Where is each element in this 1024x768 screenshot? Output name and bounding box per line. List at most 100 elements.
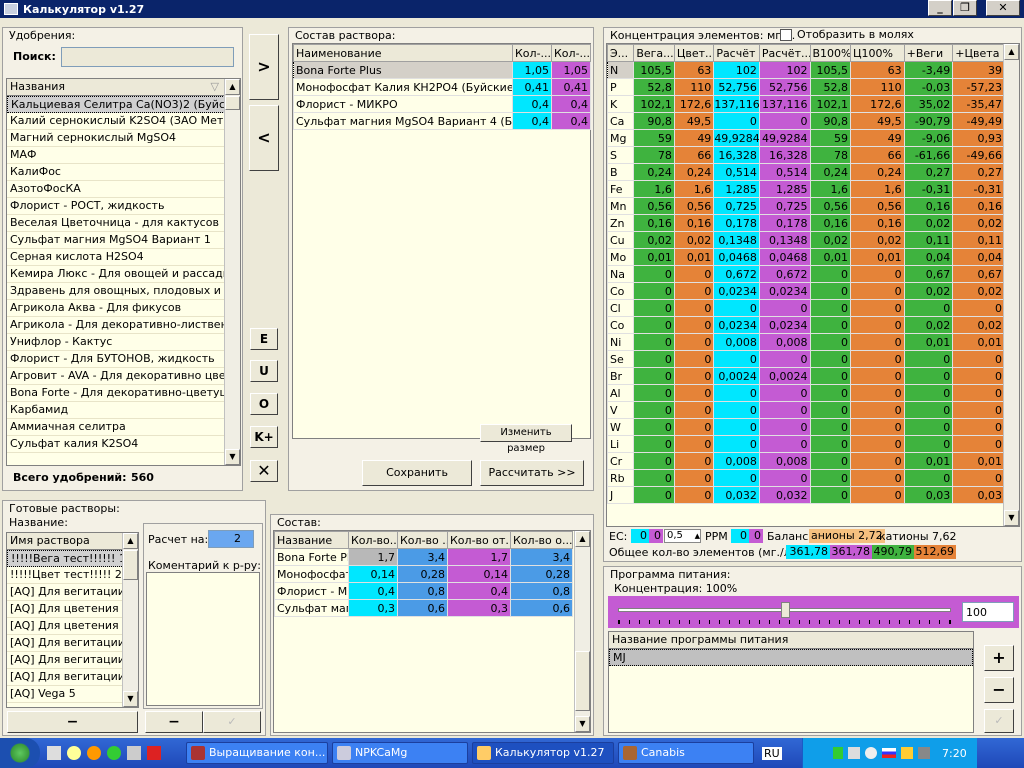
task-npkcamg[interactable]: NPKCaMg — [332, 742, 468, 764]
concentration-scrollbar[interactable]: ▲ ▼ — [1003, 44, 1019, 526]
add-to-solution-button[interactable]: > — [249, 34, 279, 100]
fertilizer-list-item[interactable]: Кальциевая Селитра Ca(NO3)2 (Буйские у — [7, 96, 225, 113]
fertilizer-list-item[interactable]: Агровит - AVA - Для декоративно цветущ — [7, 368, 225, 385]
composition-value-cell[interactable]: 0,14 — [348, 565, 398, 583]
slider-thumb[interactable] — [780, 602, 790, 618]
calculate-button[interactable]: Рассчитать >> — [480, 460, 584, 486]
start-button[interactable] — [0, 738, 40, 768]
scroll-up-icon[interactable]: ▲ — [1004, 44, 1019, 60]
fertilizer-list-item[interactable]: Агрикола Аква - Для фикусов — [7, 300, 225, 317]
solution-q1-cell[interactable]: 1,05 — [512, 61, 552, 79]
fertilizer-list-item[interactable]: Флорист - РОСТ, жидкость — [7, 198, 225, 215]
solution-q2-cell[interactable]: 0,41 — [551, 78, 591, 96]
maximize-button[interactable]: ❐ — [953, 0, 977, 16]
fertilizer-list-item[interactable]: Калий сернокислый K2SO4 (ЗАО Метахи — [7, 113, 225, 130]
fertilizers-column-header[interactable]: Названия ▽ — [7, 79, 225, 96]
network-tray-icon[interactable] — [848, 747, 860, 759]
solution-row[interactable]: Флорист - МИКРО 0,4 0,4 — [293, 95, 591, 113]
conc-col-header[interactable]: Расчёт — [713, 44, 760, 62]
fertilizer-list-item[interactable]: Флорист - Для БУТОНОВ, жидкость — [7, 351, 225, 368]
task-calculator[interactable]: Калькулятор v1.27 — [472, 742, 614, 764]
composition-value-cell[interactable]: 0,3 — [447, 599, 511, 617]
ready-solution-item[interactable]: [AQ] Для вегитации 4 — [7, 652, 124, 669]
ready-solution-item[interactable]: [AQ] Для цветения 1 ' — [7, 601, 124, 618]
ready-scrollbar[interactable]: ▲ ▼ — [122, 533, 138, 707]
pdf-quicklaunch-icon[interactable] — [147, 746, 161, 760]
save-button[interactable]: Сохранить — [362, 460, 472, 486]
col-q1-header[interactable]: Кол-... — [512, 44, 552, 62]
ready-solution-item[interactable]: [AQ] Vega 5 — [7, 686, 124, 703]
close-window-button[interactable]: ✕ — [986, 0, 1020, 16]
conc-col-header[interactable]: Вега... — [633, 44, 675, 62]
security-tray-icon[interactable] — [901, 747, 913, 759]
fertilizer-list-item[interactable]: Кемира Люкс - Для овощей и рассады — [7, 266, 225, 283]
composition-col-header[interactable]: Кол-во от... — [447, 531, 511, 549]
composition-col-header[interactable]: Кол-во ... — [397, 531, 448, 549]
conc-col-header[interactable]: Ц100% — [850, 44, 905, 62]
comment-textarea[interactable] — [146, 572, 260, 706]
solution-q1-cell[interactable]: 0,4 — [512, 112, 552, 130]
scroll-down-icon[interactable]: ▼ — [575, 716, 590, 732]
composition-value-cell[interactable]: 1,7 — [348, 548, 398, 566]
solution-q2-cell[interactable]: 0,4 — [551, 112, 591, 130]
composition-row[interactable]: Bona Forte Plus1,73,41,73,4 — [274, 548, 573, 566]
e-button[interactable]: E — [250, 328, 278, 350]
minimize-button[interactable]: _ — [928, 0, 952, 16]
close-icon[interactable]: ✕ — [250, 460, 278, 482]
fertilizers-scrollbar[interactable]: ▲ ▼ — [224, 79, 240, 465]
concentration-input[interactable] — [962, 602, 1014, 622]
conc-col-header[interactable]: +Цвета — [952, 44, 1005, 62]
composition-value-cell[interactable]: 0,8 — [510, 582, 573, 600]
search-input[interactable] — [61, 47, 234, 67]
k-plus-button[interactable]: K+ — [250, 426, 278, 448]
composition-value-cell[interactable]: 0,6 — [510, 599, 573, 617]
solution-row[interactable]: Монофосфат Калия KH2PO4 (Буйские уд-я0,4… — [293, 78, 591, 96]
fertilizer-list-item[interactable]: Веселая Цветочница - для кактусов — [7, 215, 225, 232]
scroll-thumb[interactable] — [575, 651, 590, 711]
fertilizer-list-item[interactable]: Унифлор - Кактус — [7, 334, 225, 351]
remove-ready-button[interactable]: − — [7, 711, 138, 733]
solution-q1-cell[interactable]: 0,41 — [512, 78, 552, 96]
ready-solution-item[interactable]: [AQ] Для цветения 2 ' — [7, 618, 124, 635]
calc-on-spinner[interactable]: 2 — [208, 530, 254, 548]
scroll-down-icon[interactable]: ▼ — [1004, 510, 1019, 526]
scroll-down-icon[interactable]: ▼ — [225, 449, 240, 465]
conc-col-header[interactable]: +Веги — [903, 44, 954, 62]
conc-col-header[interactable]: В100% — [809, 44, 851, 62]
ec-spinner[interactable]: 0,5 ▲ — [664, 529, 701, 543]
conc-col-header[interactable]: Э... — [607, 44, 635, 62]
fertilizer-list-item[interactable]: Здравень для овощных, плодовых и садо — [7, 283, 225, 300]
download-tray-icon[interactable] — [833, 747, 843, 759]
add-program-button[interactable]: + — [984, 645, 1014, 671]
remove-from-solution-button[interactable]: < — [249, 105, 279, 171]
ready-solution-item[interactable]: !!!!!Цвет тест!!!!! 2 — [7, 567, 124, 584]
resize-button[interactable]: Изменить размер — [480, 424, 572, 454]
fertilizer-list-item[interactable]: Аммиачная селитра — [7, 419, 225, 436]
scroll-up-icon[interactable]: ▲ — [123, 533, 138, 549]
volume-tray-icon[interactable] — [865, 747, 877, 759]
fertilizer-list-item[interactable]: Агрикола - Для декоративно-лиственных — [7, 317, 225, 334]
composition-value-cell[interactable]: 0,28 — [397, 565, 448, 583]
scroll-down-icon[interactable]: ▼ — [123, 691, 138, 707]
col-q2-header[interactable]: Кол-... — [551, 44, 591, 62]
composition-value-cell[interactable]: 3,4 — [397, 548, 448, 566]
language-indicator[interactable]: RU — [762, 746, 782, 760]
program-list-item[interactable]: MJ — [609, 649, 973, 666]
fertilizer-list-item[interactable]: Сульфат магния MgSO4 Вариант 1 — [7, 232, 225, 249]
composition-row[interactable]: Флорист - МИ 0,4 0,8 0,4 0,8 — [274, 582, 573, 600]
fertilizer-list-item[interactable]: КалиФос — [7, 164, 225, 181]
moles-checkbox[interactable] — [780, 29, 792, 41]
ready-solution-item[interactable]: !!!!!Вега тест!!!!!! 1 — [7, 550, 124, 567]
download-quicklaunch-icon[interactable] — [107, 746, 121, 760]
task-canabis[interactable]: Canabis — [618, 742, 754, 764]
composition-value-cell[interactable]: 1,7 — [447, 548, 511, 566]
safely-remove-tray-icon[interactable] — [918, 747, 930, 759]
composition-value-cell[interactable]: 3,4 — [510, 548, 573, 566]
scroll-up-icon[interactable]: ▲ — [225, 79, 240, 95]
composition-row[interactable]: Сульфат магн0,30,60,30,6 — [274, 599, 573, 617]
confirm-comment-button[interactable]: ✓ — [203, 711, 261, 733]
fertilizer-list-item[interactable]: МАФ — [7, 147, 225, 164]
composition-value-cell[interactable]: 0,4 — [348, 582, 398, 600]
composition-value-cell[interactable]: 0,14 — [447, 565, 511, 583]
confirm-program-button[interactable]: ✓ — [984, 709, 1014, 733]
